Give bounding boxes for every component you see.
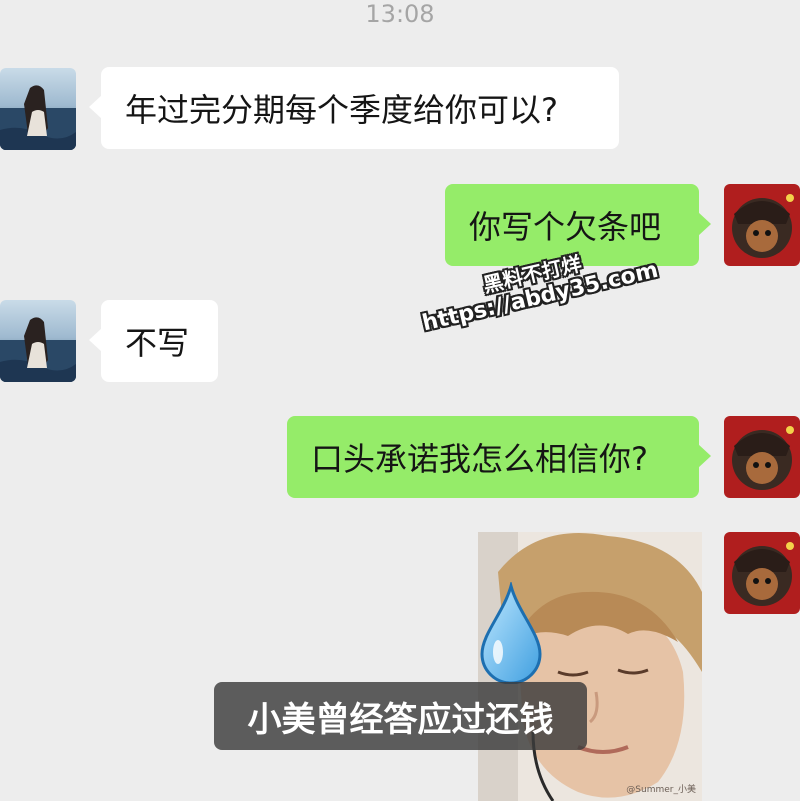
self-avatar-image xyxy=(724,416,800,498)
self-avatar[interactable] xyxy=(724,184,800,266)
contact-avatar[interactable] xyxy=(0,300,76,382)
sweat-drop-icon xyxy=(480,582,542,684)
message-text: 年过完分期每个季度给你可以? xyxy=(125,91,558,129)
contact-avatar[interactable] xyxy=(0,68,76,150)
chat-timestamp: 13:08 xyxy=(365,0,435,28)
contact-avatar-image xyxy=(0,300,76,382)
message-bubble-incoming[interactable]: 不写 xyxy=(89,300,218,382)
message-text: 口头承诺我怎么相信你? xyxy=(311,440,648,478)
message-text: 你写个欠条吧 xyxy=(469,208,662,246)
self-avatar[interactable] xyxy=(724,416,800,498)
contact-avatar-image xyxy=(0,68,76,150)
message-text: 不写 xyxy=(125,324,190,362)
sticker-caption: 小美曾经答应过还钱 xyxy=(214,682,587,750)
message-bubble-outgoing[interactable]: 口头承诺我怎么相信你? xyxy=(287,416,711,498)
self-avatar[interactable] xyxy=(724,532,800,614)
sticker-credit: @Summer_小美 xyxy=(626,785,696,795)
self-avatar-image xyxy=(724,184,800,266)
message-bubble-incoming[interactable]: 年过完分期每个季度给你可以? xyxy=(89,67,619,149)
self-avatar-image xyxy=(724,532,800,614)
